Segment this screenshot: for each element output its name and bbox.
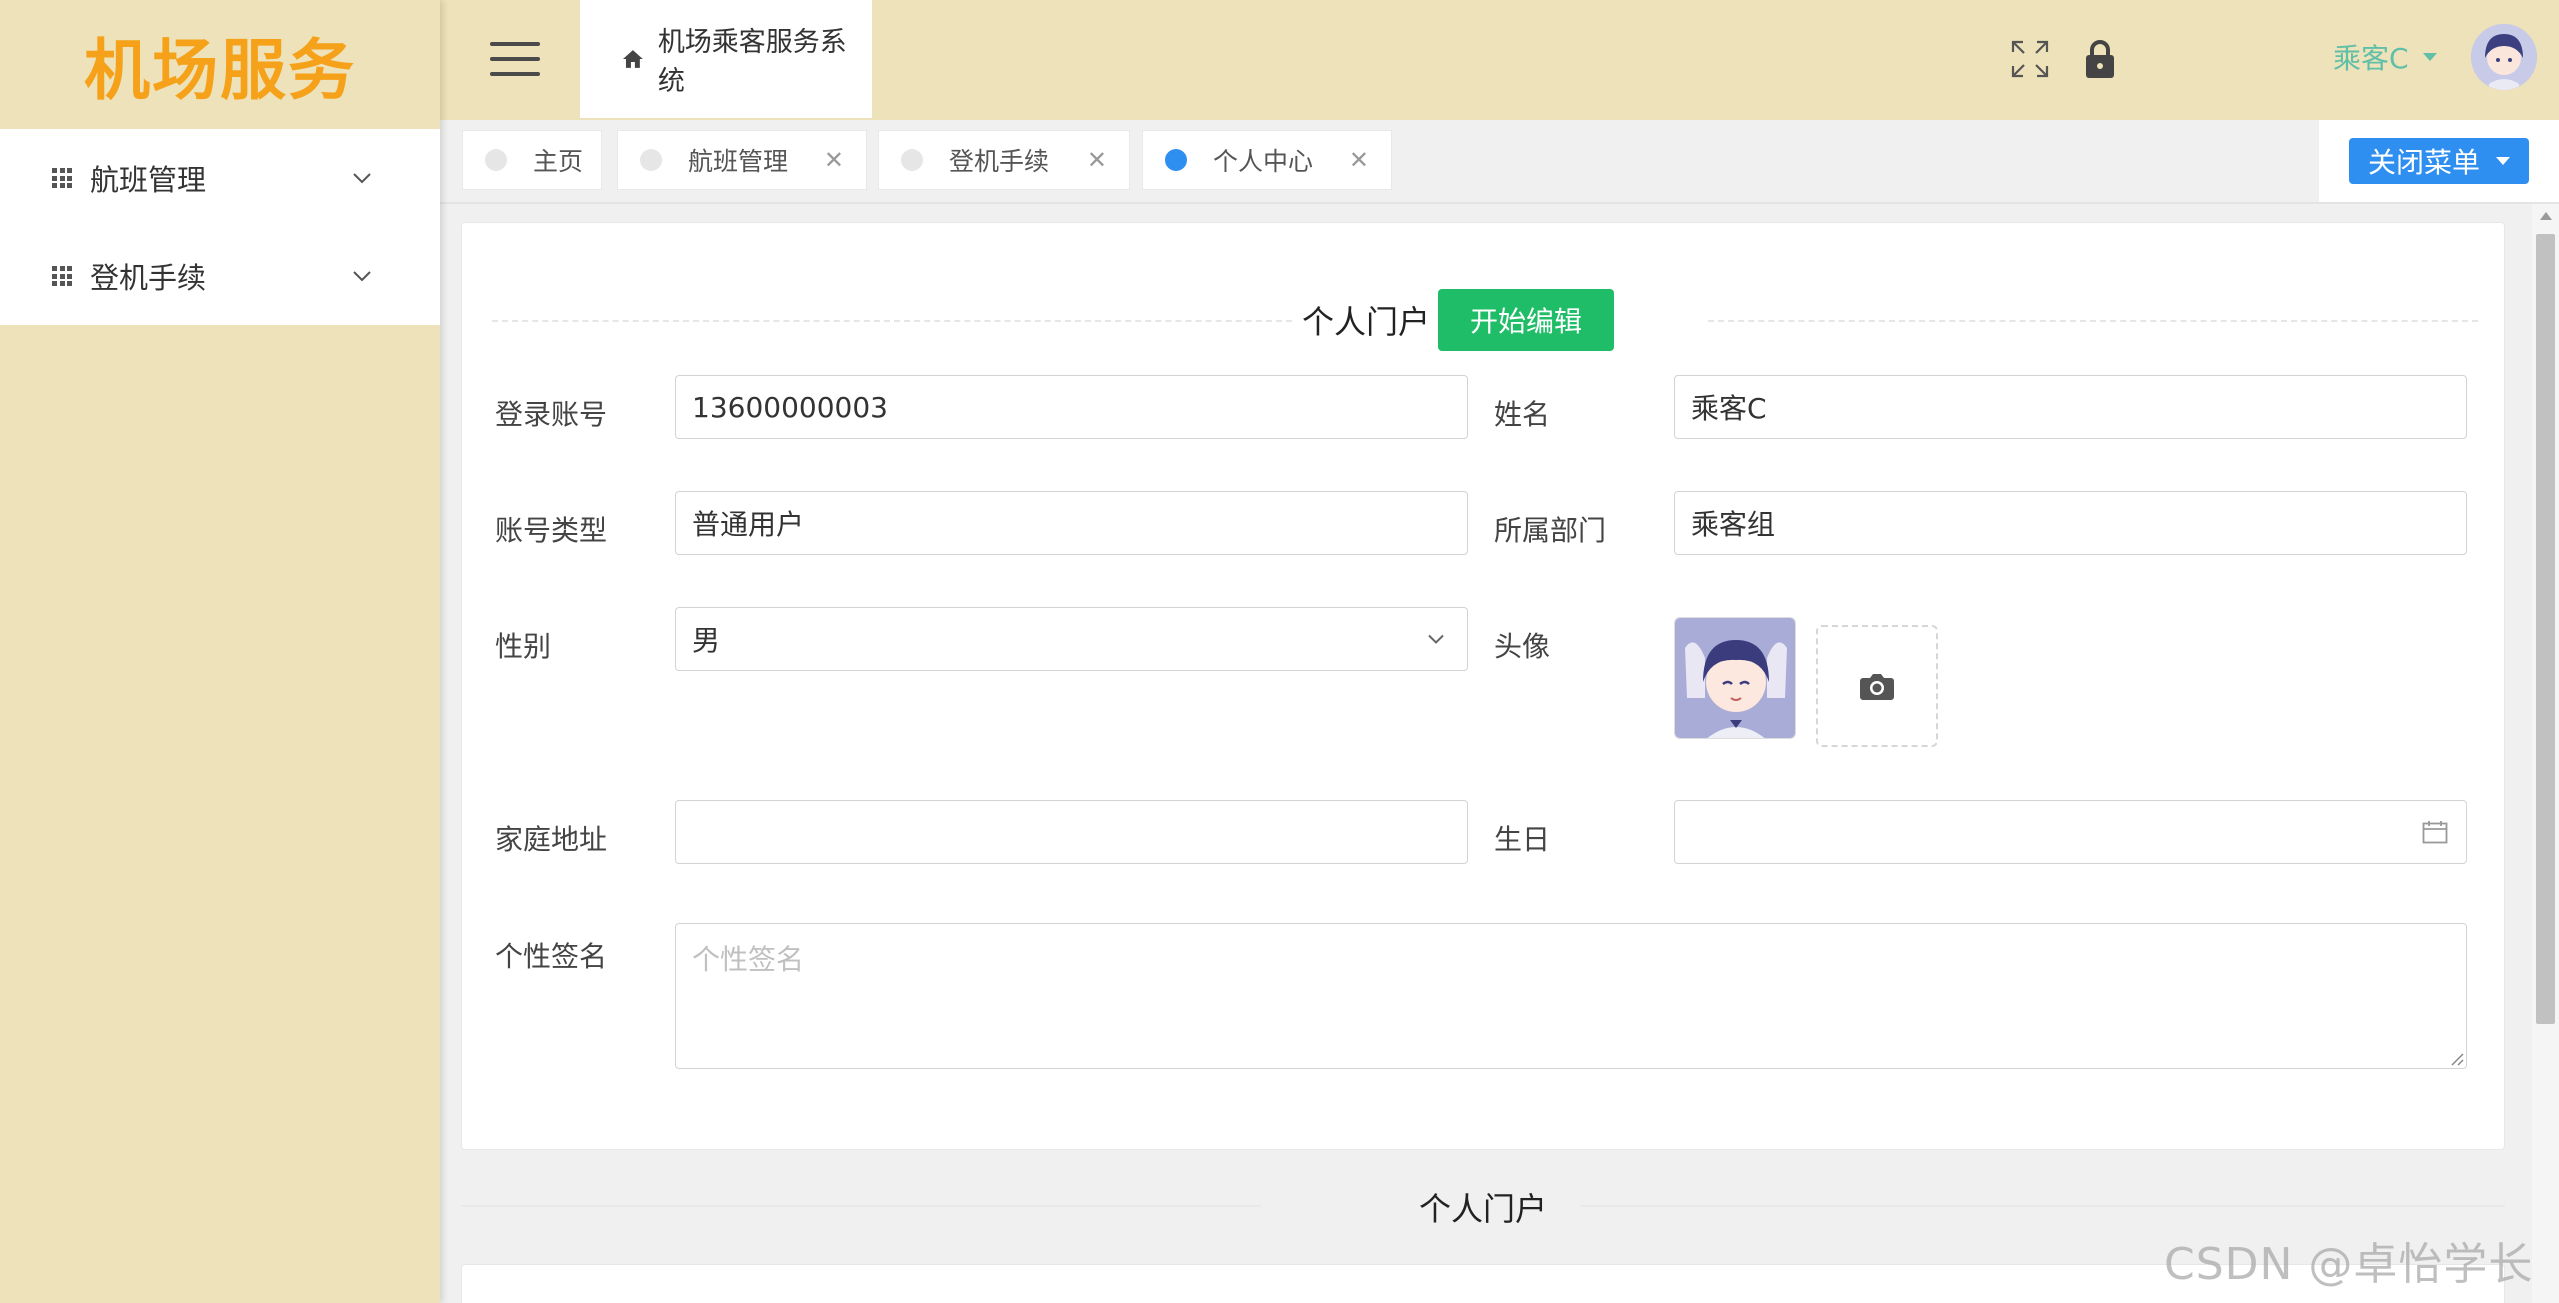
scrollbar-thumb[interactable]: [2536, 234, 2555, 1024]
chevron-down-icon: [353, 271, 371, 282]
tab-status-dot: [640, 149, 662, 171]
lock-icon[interactable]: [2084, 38, 2116, 80]
app-logo[interactable]: 机场服务: [0, 0, 440, 129]
account-type-label: 账号类型: [495, 514, 608, 547]
signature-textarea[interactable]: 个性签名: [675, 923, 2467, 1069]
camera-icon: [1860, 674, 1894, 700]
tab-check-in[interactable]: 登机手续 ✕: [878, 130, 1130, 190]
divider: [1708, 320, 2478, 322]
signature-label: 个性签名: [495, 940, 608, 973]
tab-active-dot: [1165, 149, 1187, 171]
section-title-2: 个人门户: [1418, 1190, 1547, 1228]
chevron-down-icon: [353, 173, 371, 184]
close-menu-label: 关闭菜单: [2367, 146, 2480, 179]
main-content: 个人门户 开始编辑 登录账号 13600000003 姓名 乘客C 账号类型 普…: [440, 204, 2559, 1303]
menu-toggle-icon[interactable]: [490, 42, 540, 76]
tab-home[interactable]: 主页: [462, 130, 602, 190]
tab-label: 个人中心: [1213, 147, 1314, 176]
watermark: CSDN @卓怡学长: [2164, 1239, 2534, 1290]
grid-icon: [52, 266, 72, 286]
close-icon[interactable]: ✕: [1087, 146, 1107, 174]
sidebar-menu: 航班管理 登机手续: [0, 129, 440, 325]
tab-label: 航班管理: [688, 147, 789, 176]
avatar-upload[interactable]: [1816, 625, 1938, 747]
home-icon: [622, 50, 643, 68]
profile-section-header: 个人门户 开始编辑: [1302, 289, 1615, 351]
account-type-input[interactable]: 普通用户: [675, 491, 1468, 555]
department-input[interactable]: 乘客组: [1674, 491, 2467, 555]
start-edit-button[interactable]: 开始编辑: [1438, 289, 1615, 351]
grid-icon: [52, 168, 72, 188]
tab-personal-center[interactable]: 个人中心 ✕: [1142, 130, 1392, 190]
calendar-icon[interactable]: [2422, 820, 2448, 844]
chevron-down-icon: [1428, 634, 1444, 644]
divider: [492, 320, 1292, 322]
address-label: 家庭地址: [495, 823, 608, 856]
tab-status-dot: [901, 149, 923, 171]
top-bar: 机场乘客服务系统 乘客C: [440, 0, 2559, 120]
gender-select[interactable]: 男: [675, 607, 1468, 671]
fullscreen-icon[interactable]: [2010, 39, 2050, 79]
avatar[interactable]: [2470, 24, 2537, 90]
breadcrumb[interactable]: 机场乘客服务系统: [580, 0, 872, 118]
address-input[interactable]: [675, 800, 1468, 864]
gender-value: 男: [692, 624, 721, 657]
username: 乘客C: [2333, 42, 2409, 75]
top-actions: [2010, 38, 2116, 80]
close-menu-area: 关闭菜单: [2319, 120, 2559, 202]
tabs-bar: 主页 航班管理 ✕ 登机手续 ✕ 个人中心 ✕ 关闭菜单: [440, 120, 2559, 204]
tab-flight-management[interactable]: 航班管理 ✕: [617, 130, 867, 190]
birthday-label: 生日: [1494, 823, 1551, 856]
gender-label: 性别: [495, 630, 552, 663]
signature-placeholder: 个性签名: [692, 943, 805, 976]
name-label: 姓名: [1494, 398, 1551, 431]
scroll-up-icon[interactable]: [2540, 212, 2552, 220]
tab-label: 登机手续: [949, 147, 1050, 176]
sidebar: 机场服务 航班管理 登机手续: [0, 0, 440, 1303]
account-label: 登录账号: [495, 398, 608, 431]
name-input[interactable]: 乘客C: [1674, 375, 2467, 439]
close-icon[interactable]: ✕: [1349, 146, 1369, 174]
sidebar-item-label: 登机手续: [90, 261, 207, 295]
tab-label: 主页: [533, 147, 584, 176]
user-menu[interactable]: 乘客C: [2333, 24, 2537, 90]
close-icon[interactable]: ✕: [824, 146, 844, 174]
sidebar-item-flight-management[interactable]: 航班管理: [0, 129, 440, 227]
tab-status-dot: [485, 149, 507, 171]
avatar-label: 头像: [1494, 630, 1551, 663]
scrollbar[interactable]: [2532, 204, 2559, 1303]
caret-down-icon: [2422, 53, 2437, 61]
sidebar-item-check-in[interactable]: 登机手续: [0, 227, 440, 325]
department-label: 所属部门: [1494, 514, 1607, 547]
section-title: 个人门户: [1302, 303, 1431, 341]
profile-card: 个人门户 开始编辑 登录账号 13600000003 姓名 乘客C 账号类型 普…: [461, 222, 2505, 1150]
caret-down-icon: [2496, 157, 2510, 165]
breadcrumb-label: 机场乘客服务系统: [657, 27, 847, 97]
sidebar-item-label: 航班管理: [90, 163, 207, 197]
avatar-preview[interactable]: [1674, 617, 1796, 739]
account-input[interactable]: 13600000003: [675, 375, 1468, 439]
birthday-input[interactable]: [1674, 800, 2467, 864]
close-menu-button[interactable]: 关闭菜单: [2349, 138, 2529, 184]
resize-grip-icon[interactable]: [2448, 1050, 2464, 1066]
